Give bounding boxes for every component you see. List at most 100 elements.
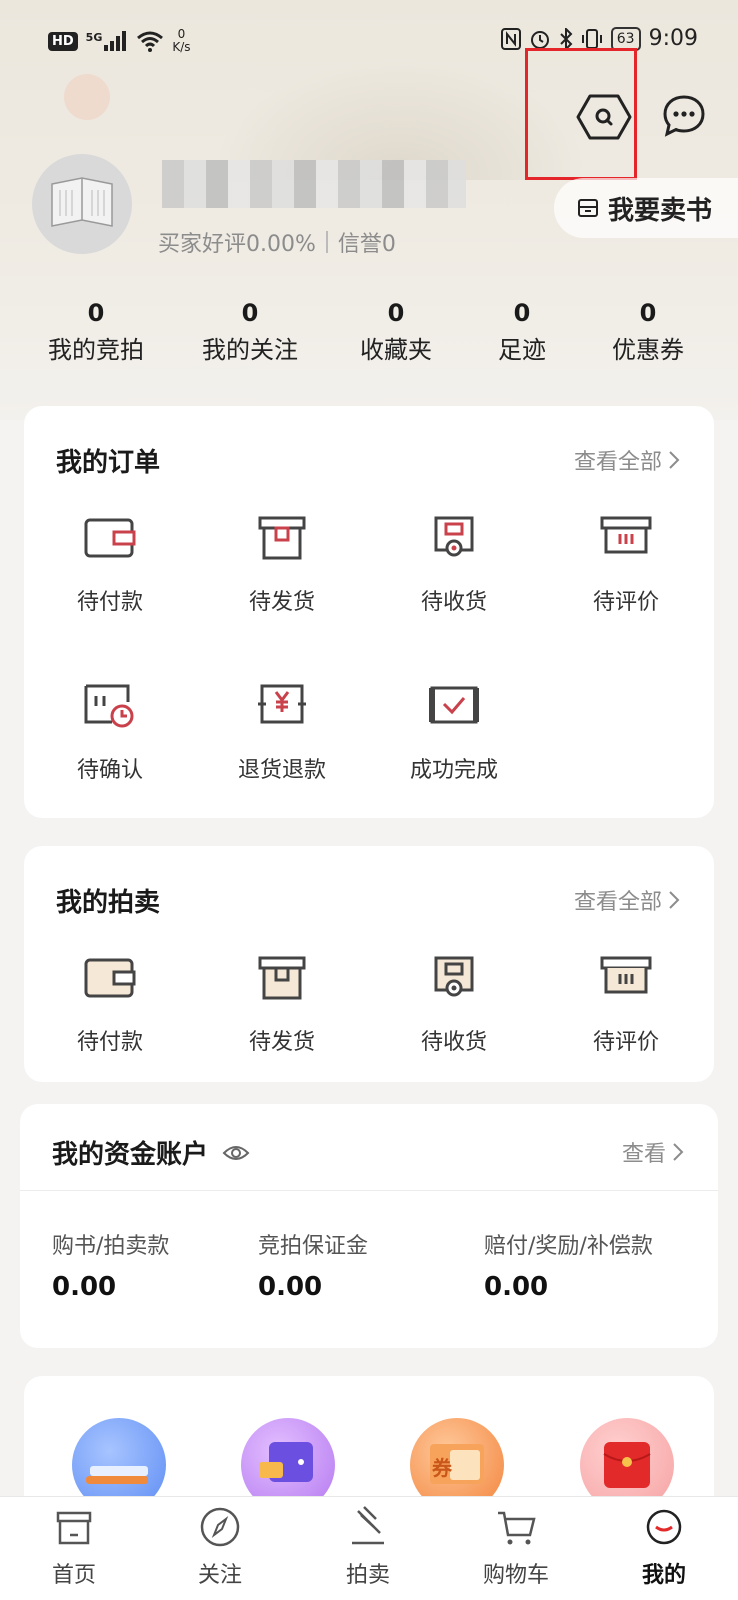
stat-favorites[interactable]: 0 收藏夹 bbox=[326, 296, 466, 370]
eye-icon[interactable] bbox=[222, 1143, 250, 1163]
settings-button[interactable] bbox=[574, 92, 634, 142]
auction-label: 待付款 bbox=[76, 1030, 143, 1055]
order-label: 待发货 bbox=[248, 590, 315, 615]
stat-value: 0 bbox=[639, 299, 657, 327]
order-pending-payment[interactable]: 待付款 bbox=[40, 514, 180, 616]
auctions-card: 我的拍卖 查看全部 待付款 待发货 待收货 待评价 bbox=[24, 846, 714, 1082]
auctions-title: 我的拍卖 bbox=[56, 888, 161, 918]
orders-title: 我的订单 bbox=[56, 448, 161, 478]
fund-compensation[interactable]: 赔付/奖励/补偿款 0.00 bbox=[484, 1228, 653, 1302]
settings-hexagon-icon bbox=[576, 94, 632, 140]
bluetooth-icon bbox=[560, 27, 573, 50]
network-speed-unit: K/s bbox=[172, 40, 191, 54]
username-blurred bbox=[162, 160, 466, 208]
stat-label: 足迹 bbox=[498, 336, 546, 364]
tab-bar: 首页 关注 拍卖 购物车 我的 bbox=[0, 1496, 738, 1600]
auction-pending-shipment[interactable]: 待发货 bbox=[212, 954, 352, 1056]
tab-auction[interactable]: 拍卖 bbox=[308, 1505, 428, 1589]
box-icon bbox=[578, 199, 598, 217]
stat-my-bids[interactable]: 0 我的竞拍 bbox=[26, 296, 166, 370]
cart-icon bbox=[498, 1511, 536, 1545]
orders-view-all[interactable]: 查看全部 bbox=[574, 444, 680, 476]
stat-value: 0 bbox=[87, 299, 105, 327]
profile-icon bbox=[646, 1509, 682, 1545]
order-pending-confirm[interactable]: 待确认 bbox=[40, 682, 180, 784]
chevron-right-icon bbox=[673, 1143, 684, 1161]
tab-mine[interactable]: 我的 bbox=[604, 1505, 724, 1589]
tab-cart[interactable]: 购物车 bbox=[456, 1505, 576, 1589]
book-avatar-icon bbox=[51, 177, 113, 227]
stat-my-follows[interactable]: 0 我的关注 bbox=[180, 296, 320, 370]
order-label: 待收货 bbox=[420, 590, 487, 615]
vibrate-icon bbox=[581, 28, 602, 49]
chevron-right-icon bbox=[669, 451, 680, 469]
sell-book-button[interactable]: 我要卖书 bbox=[554, 178, 738, 238]
signal-icon: 5G bbox=[86, 31, 129, 51]
order-label: 待评价 bbox=[592, 590, 659, 615]
order-completed[interactable]: 成功完成 bbox=[384, 682, 524, 784]
auction-pending-payment[interactable]: 待付款 bbox=[40, 954, 180, 1056]
network-speed: 0 K/s bbox=[172, 28, 190, 54]
fund-value: 0.00 bbox=[258, 1272, 323, 1302]
yen-receipt-icon bbox=[258, 684, 306, 724]
chat-bubble-icon bbox=[663, 95, 705, 137]
tab-home[interactable]: 首页 bbox=[14, 1505, 134, 1589]
order-refund[interactable]: 退货退款 bbox=[212, 682, 352, 784]
funds-view-label: 查看 bbox=[621, 1142, 666, 1167]
box-icon bbox=[258, 516, 306, 560]
funds-card: 我的资金账户 查看 购书/拍卖款 0.00 竞拍保证金 0.00 赔付/奖励/补… bbox=[20, 1104, 718, 1348]
sell-book-label: 我要卖书 bbox=[608, 195, 713, 226]
order-label: 成功完成 bbox=[409, 758, 498, 783]
orders-card: 我的订单 查看全部 待付款 待发货 待收货 待评价 待确认 退货退款 成功完成 bbox=[24, 406, 714, 818]
auction-label: 待发货 bbox=[248, 1030, 315, 1055]
coupon-glyph: 券 bbox=[432, 1456, 452, 1480]
fund-label: 赔付/奖励/补偿款 bbox=[484, 1234, 653, 1259]
funds-view[interactable]: 查看 bbox=[622, 1136, 684, 1168]
wifi-icon bbox=[137, 31, 164, 52]
user-ratings: 买家好评0.00% 信誉0 bbox=[158, 226, 396, 258]
review-icon bbox=[600, 956, 652, 994]
stat-footprints[interactable]: 0 足迹 bbox=[452, 296, 592, 370]
stat-label: 我的关注 bbox=[202, 336, 298, 364]
signal-label: 5G bbox=[85, 31, 103, 44]
alarm-icon bbox=[530, 30, 549, 49]
chevron-right-icon bbox=[669, 891, 680, 909]
order-pending-shipment[interactable]: 待发货 bbox=[212, 514, 352, 616]
stat-value: 0 bbox=[241, 299, 259, 327]
order-label: 待确认 bbox=[76, 758, 143, 783]
stat-value: 0 bbox=[387, 299, 405, 327]
stat-value: 0 bbox=[513, 299, 531, 327]
auction-pending-receipt[interactable]: 待收货 bbox=[384, 954, 524, 1056]
order-pending-receipt[interactable]: 待收货 bbox=[384, 514, 524, 616]
tab-follow[interactable]: 关注 bbox=[160, 1505, 280, 1589]
order-label: 待付款 bbox=[76, 590, 143, 615]
stat-label: 我的竞拍 bbox=[48, 336, 144, 364]
truck-icon bbox=[434, 956, 474, 997]
wallet-icon bbox=[84, 958, 136, 998]
ratings-divider bbox=[325, 231, 328, 253]
funds-title-row: 我的资金账户 bbox=[52, 1134, 250, 1171]
fund-deposit[interactable]: 竞拍保证金 0.00 bbox=[258, 1228, 368, 1302]
compass-icon bbox=[200, 1507, 240, 1547]
fund-label: 购书/拍卖款 bbox=[52, 1234, 170, 1259]
auctions-view-all-label: 查看全部 bbox=[573, 890, 662, 915]
clock-document-icon bbox=[84, 684, 134, 728]
message-button[interactable] bbox=[662, 94, 706, 138]
tab-label: 关注 bbox=[197, 1563, 242, 1588]
tab-label: 我的 bbox=[641, 1563, 686, 1588]
tab-label: 首页 bbox=[51, 1563, 96, 1588]
avatar[interactable] bbox=[32, 154, 132, 254]
fund-value: 0.00 bbox=[484, 1272, 549, 1302]
funds-title: 我的资金账户 bbox=[52, 1140, 209, 1170]
auctions-view-all[interactable]: 查看全部 bbox=[574, 884, 680, 916]
nfc-icon bbox=[500, 27, 521, 50]
order-pending-review[interactable]: 待评价 bbox=[556, 514, 696, 616]
auction-pending-review[interactable]: 待评价 bbox=[556, 954, 696, 1056]
box-icon bbox=[258, 956, 306, 1000]
stat-coupons[interactable]: 0 优惠券 bbox=[578, 296, 718, 370]
stat-label: 优惠券 bbox=[612, 336, 684, 364]
fund-purchase[interactable]: 购书/拍卖款 0.00 bbox=[52, 1228, 169, 1302]
stat-label: 收藏夹 bbox=[360, 336, 432, 364]
stats-row: 0 我的竞拍 0 我的关注 0 收藏夹 0 足迹 0 优惠券 bbox=[0, 296, 738, 376]
clock: 9:09 bbox=[648, 26, 698, 51]
